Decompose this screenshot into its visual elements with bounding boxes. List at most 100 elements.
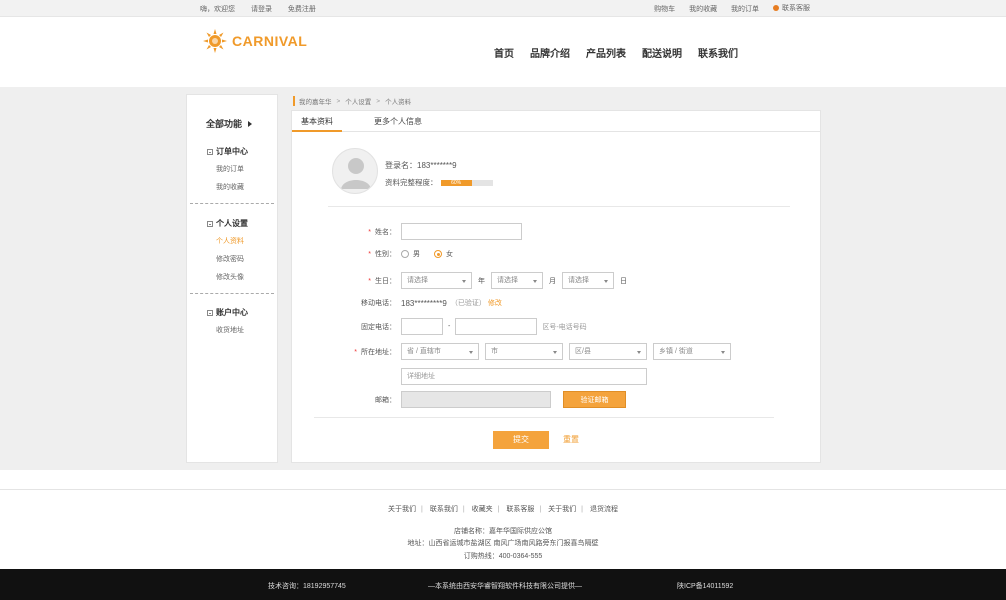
- required-mark: *: [354, 348, 357, 356]
- collapse-icon: [207, 148, 213, 155]
- tab-basic-info[interactable]: 基本资料: [292, 111, 342, 132]
- profile-panel: 基本资料 更多个人信息 登录名：183*******9 资料完整程度： 60% …: [291, 110, 821, 463]
- footer-separator: |: [581, 506, 583, 513]
- address-row: * 所在地址： 省 / 直辖市 市 区/县 乡镇 / 街道: [342, 343, 731, 360]
- name-label-text: 姓名：: [375, 228, 396, 236]
- day-label: 日: [620, 277, 627, 285]
- sidebar-group-orders: 订单中心 我的订单 我的收藏: [207, 146, 248, 201]
- footer-links: 关于我们 | 联系我们 | 收藏夹 | 联系客服 | 关于我们 | 退货流程: [0, 504, 1006, 514]
- all-functions-button[interactable]: 全部功能: [206, 117, 253, 130]
- detail-address-row: 详细地址: [401, 368, 647, 385]
- name-input[interactable]: [401, 223, 522, 240]
- nav-contact[interactable]: 联系我们: [698, 45, 738, 60]
- modify-mobile-link[interactable]: 修改: [488, 298, 502, 308]
- footer-separator: |: [497, 506, 500, 513]
- completeness-fill: 60%: [440, 179, 472, 186]
- footer-link-about-2[interactable]: 关于我们: [548, 506, 576, 513]
- sidebar-group-title[interactable]: 订单中心: [207, 146, 248, 157]
- phone-dash: -: [448, 323, 451, 330]
- sidebar-group-title[interactable]: 个人设置: [207, 218, 248, 229]
- sidebar-item-change-avatar[interactable]: 修改头像: [216, 273, 248, 291]
- submit-button[interactable]: 提交: [493, 431, 549, 449]
- sidebar-divider: [190, 293, 274, 294]
- login-link[interactable]: 请登录: [251, 6, 272, 13]
- verified-status: （已验证）: [450, 300, 486, 307]
- gender-male-radio[interactable]: [401, 250, 409, 258]
- birth-year-select[interactable]: 请选择: [401, 272, 472, 289]
- completeness-bar: 60%: [440, 179, 493, 186]
- login-name: 登录名：183*******9: [385, 160, 457, 171]
- breadcrumb: 我的嘉年华 > 个人设置 > 个人资料: [293, 96, 411, 106]
- district-select[interactable]: 区/县: [569, 343, 647, 360]
- nav-products[interactable]: 产品列表: [586, 45, 626, 60]
- sun-logo-icon: [203, 29, 227, 53]
- nav-delivery[interactable]: 配送说明: [642, 45, 682, 60]
- collapse-icon: [207, 309, 213, 316]
- nav-home[interactable]: 首页: [494, 45, 514, 60]
- footer-link-favorites[interactable]: 收藏夹: [472, 506, 493, 513]
- mobile-value: 183*********9: [401, 298, 447, 308]
- customer-service-link[interactable]: 联系客服: [773, 3, 810, 13]
- avatar[interactable]: [332, 148, 378, 194]
- sidebar-item-change-password[interactable]: 修改密码: [216, 255, 248, 273]
- breadcrumb-home[interactable]: 我的嘉年华: [299, 96, 332, 106]
- address-label: * 所在地址：: [342, 347, 396, 357]
- phone-number-input[interactable]: [455, 318, 538, 335]
- nav-brand[interactable]: 品牌介绍: [530, 45, 570, 60]
- footer-separator: |: [462, 506, 465, 513]
- sidebar-group-title[interactable]: 账户中心: [207, 307, 248, 318]
- breadcrumb-current: 个人资料: [385, 99, 412, 106]
- breadcrumb-settings[interactable]: 个人设置: [345, 96, 371, 106]
- footer-link-returns[interactable]: 退货流程: [590, 506, 618, 513]
- birthday-label: * 生日：: [342, 276, 396, 286]
- sidebar-item-profile[interactable]: 个人资料: [216, 237, 248, 255]
- detail-address-input[interactable]: 详细地址: [401, 368, 647, 385]
- email-row: 邮箱： 验证邮箱: [342, 391, 626, 408]
- city-select[interactable]: 市: [485, 343, 563, 360]
- icp-number: 陕ICP备14011592: [677, 583, 734, 590]
- breadcrumb-separator: >: [376, 97, 381, 105]
- favorites-link[interactable]: 我的收藏: [689, 6, 717, 13]
- order-hotline: 订购热线：400-0364-555: [463, 553, 543, 560]
- register-link[interactable]: 免费注册: [288, 6, 316, 13]
- birth-day-select[interactable]: 请选择: [562, 272, 614, 289]
- group-title-label: 订单中心: [216, 147, 248, 156]
- store-name: 店铺名称：嘉年华国际供应公馆: [454, 528, 552, 535]
- footer-link-contact[interactable]: 联系我们: [430, 506, 458, 513]
- birth-month-select[interactable]: 请选择: [491, 272, 543, 289]
- header: CARNIVAL 首页 品牌介绍 产品列表 配送说明 联系我们: [0, 17, 1006, 87]
- all-functions-label: 全部功能: [206, 119, 243, 129]
- email-input[interactable]: [401, 391, 551, 408]
- required-mark: *: [368, 228, 371, 236]
- gender-female-label: 女: [446, 251, 453, 258]
- login-name-label: 登录名：: [385, 161, 417, 170]
- phone-hint: 区号-电话号码: [542, 323, 587, 331]
- gender-label: * 性别：: [342, 249, 396, 259]
- area-code-input[interactable]: [401, 318, 443, 335]
- sidebar-item-address[interactable]: 收货地址: [216, 326, 248, 344]
- footer-link-about[interactable]: 关于我们: [388, 506, 416, 513]
- verify-email-button[interactable]: 验证邮箱: [563, 391, 626, 408]
- reset-button[interactable]: 重置: [563, 431, 579, 449]
- sidebar-item-my-orders[interactable]: 我的订单: [216, 165, 248, 183]
- gender-label-text: 性别：: [375, 251, 396, 258]
- orders-link[interactable]: 我的订单: [731, 6, 759, 13]
- cart-link[interactable]: 购物车: [654, 6, 675, 13]
- town-select[interactable]: 乡镇 / 街道: [653, 343, 731, 360]
- sidebar-group-settings: 个人设置 个人资料 修改密码 修改头像: [207, 218, 248, 291]
- footer-divider: [0, 489, 1006, 490]
- phone-row: 固定电话： - 区号-电话号码: [342, 318, 587, 335]
- gender-female-radio[interactable]: [434, 250, 442, 258]
- customer-service-label: 联系客服: [782, 5, 810, 12]
- bottom-bar: 技术咨询：18192957745 —本系统由西安华睿智翔软件科技有限公司提供— …: [0, 569, 1006, 600]
- required-mark: *: [368, 277, 371, 285]
- tab-more-info[interactable]: 更多个人信息: [368, 111, 428, 132]
- gender-male-label: 男: [413, 251, 420, 258]
- footer-link-service[interactable]: 联系客服: [506, 506, 534, 513]
- sidebar-item-my-favorites[interactable]: 我的收藏: [216, 183, 248, 201]
- logo[interactable]: CARNIVAL: [203, 29, 307, 53]
- main-nav: 首页 品牌介绍 产品列表 配送说明 联系我们: [494, 45, 754, 60]
- province-select[interactable]: 省 / 直辖市: [401, 343, 479, 360]
- footer-separator: |: [421, 506, 423, 513]
- collapse-icon: [207, 220, 213, 227]
